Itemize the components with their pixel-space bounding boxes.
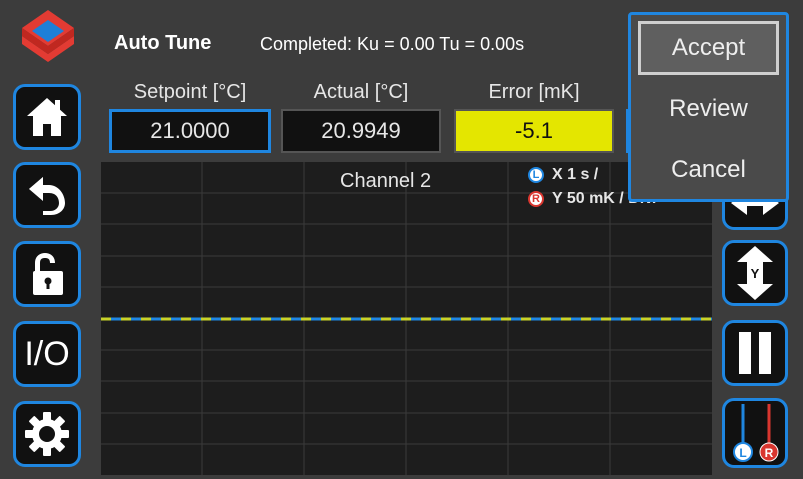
settings-button[interactable] (13, 401, 81, 467)
back-icon (29, 177, 65, 215)
channel-left-badge: L (739, 446, 746, 460)
auto-tune-menu: Accept Review Cancel (628, 12, 789, 202)
home-button[interactable] (13, 84, 81, 150)
unlock-icon (33, 253, 63, 295)
channel-right-badge: R (765, 446, 774, 460)
setpoint-field[interactable]: 21.0000 (109, 109, 271, 153)
lock-button[interactable] (13, 241, 81, 307)
actual-label: Actual [°C] (313, 81, 409, 103)
accept-menu-item[interactable]: Accept (638, 21, 779, 75)
pause-icon (739, 332, 771, 374)
pause-button[interactable] (722, 320, 788, 386)
io-label: I/O (24, 334, 70, 373)
legend-x-scale: L X 1 s / (528, 166, 598, 184)
review-menu-item[interactable]: Review (631, 81, 786, 137)
auto-tune-screen: I/O Auto Tune Completed: Ku = 0.00 Tu = … (0, 0, 803, 479)
cancel-menu-item[interactable]: Cancel (631, 142, 786, 198)
tune-status: Completed: Ku = 0.00 Tu = 0.00s (260, 34, 525, 54)
y-scale-label: Y (751, 266, 760, 281)
back-button[interactable] (13, 162, 81, 228)
y-scale-icon: Y (737, 246, 773, 300)
temperature-chart (101, 162, 712, 475)
y-scale-button[interactable]: Y (722, 240, 788, 306)
left-channel-badge: L (528, 167, 544, 183)
legend-x-text: X 1 s / (552, 166, 599, 183)
error-label: Error [mK] (488, 81, 580, 103)
page-title: Auto Tune (114, 32, 212, 54)
right-channel-badge: R (528, 191, 544, 207)
io-button[interactable]: I/O (13, 321, 81, 387)
logo-icon (22, 10, 74, 62)
actual-value: 20.9949 (281, 109, 441, 153)
gear-icon (25, 412, 69, 456)
setpoint-label: Setpoint [°C] (133, 81, 247, 103)
home-icon (27, 98, 67, 136)
chart-title: Channel 2 (340, 170, 432, 192)
error-value: -5.1 (454, 109, 614, 153)
channel-select-icon: L R (733, 404, 779, 462)
channel-select-button[interactable]: L R (722, 398, 788, 468)
